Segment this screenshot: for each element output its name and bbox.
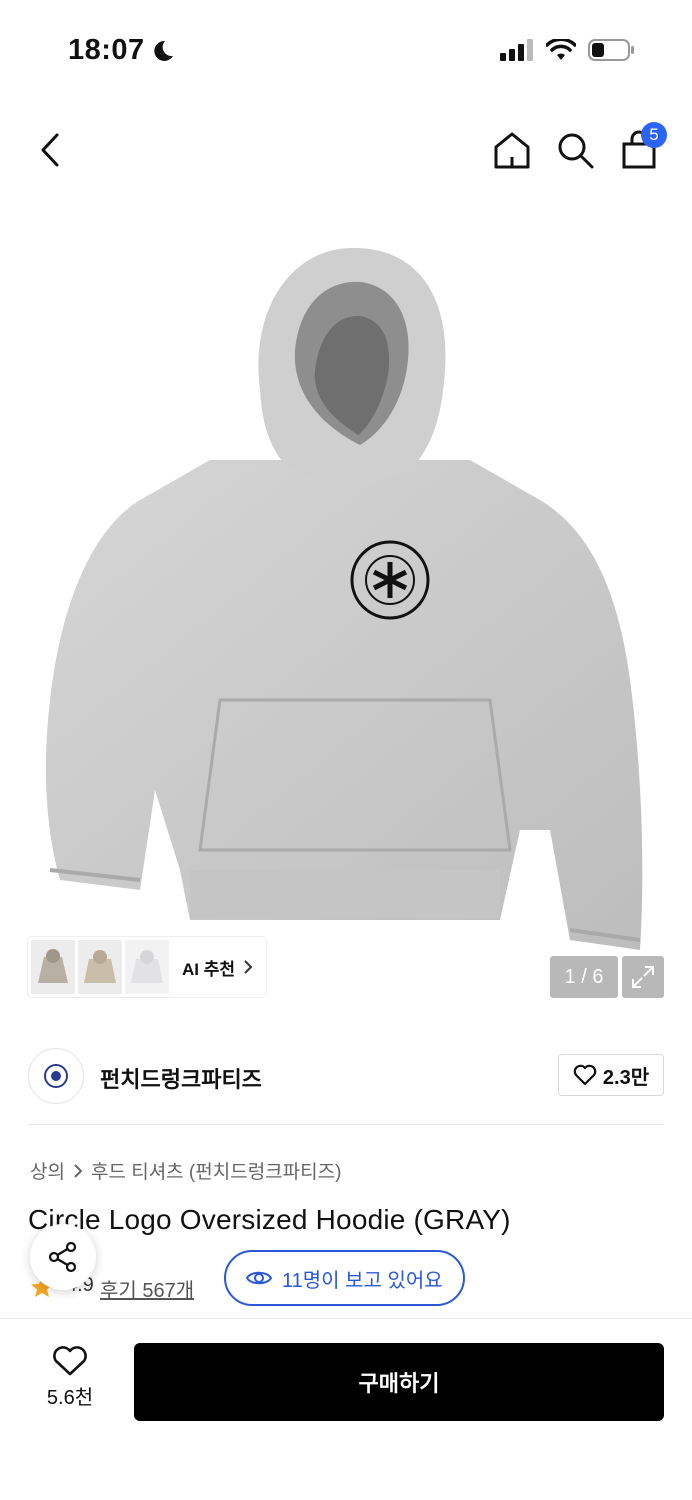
eye-icon — [246, 1271, 272, 1285]
back-icon — [41, 133, 59, 167]
rating-row: 4.9 후기 567개 11명이 보고 있어요 — [28, 1250, 668, 1306]
brand-logo[interactable] — [28, 1048, 84, 1104]
viewers-text: 11명이 보고 있어요 — [282, 1269, 443, 1292]
brand-name[interactable]: 펀치드렁크파티즈 — [100, 1062, 262, 1094]
home-button[interactable] — [490, 128, 534, 172]
share-button[interactable] — [30, 1224, 96, 1290]
chevron-right-icon — [244, 960, 253, 974]
status-bar: 18:07 — [0, 0, 692, 100]
brand-row: 펀치드렁크파티즈 2.3만 — [28, 1046, 664, 1106]
like-button[interactable]: 5.6천 — [30, 1345, 110, 1415]
brand-like-button[interactable]: 2.3만 — [558, 1054, 664, 1096]
recommendation-thumbnail[interactable] — [78, 940, 122, 994]
review-count-link[interactable]: 후기 567개 — [100, 1274, 194, 1303]
recommendation-thumbnail[interactable] — [125, 940, 169, 994]
expand-image-button[interactable] — [622, 956, 664, 998]
heart-icon — [53, 1346, 87, 1376]
expand-icon — [632, 966, 654, 988]
breadcrumb: 상의 후드 티셔츠 (펀치드렁크파티즈) — [30, 1157, 341, 1184]
recommendation-thumbnail[interactable] — [31, 940, 75, 994]
signal-icon — [500, 39, 533, 61]
clock-text: 18:07 — [68, 34, 145, 66]
status-indicators — [500, 38, 636, 62]
top-nav: 5 — [0, 120, 692, 184]
wifi-icon — [546, 39, 576, 60]
battery-icon — [588, 39, 634, 61]
moon-icon — [154, 40, 173, 61]
ai-recommendation-label[interactable]: AI 추천 — [182, 955, 253, 980]
brand-like-count: 2.3만 — [602, 1066, 650, 1089]
breadcrumb-category2[interactable]: 후드 티셔츠 (펀치드렁크파티즈) — [91, 1157, 341, 1184]
share-icon — [48, 1241, 77, 1273]
buy-button[interactable]: 구매하기 — [134, 1343, 664, 1421]
like-count: 5.6천 — [46, 1387, 94, 1409]
home-icon — [494, 132, 530, 169]
divider — [28, 1124, 664, 1125]
breadcrumb-category1[interactable]: 상의 — [30, 1157, 65, 1184]
product-image[interactable] — [30, 230, 660, 970]
search-button[interactable] — [553, 128, 597, 172]
chevron-right-icon — [74, 1163, 83, 1178]
search-icon — [558, 133, 594, 169]
cart-button[interactable]: 5 — [617, 122, 667, 172]
back-button[interactable] — [30, 128, 70, 172]
heart-icon — [573, 1064, 597, 1086]
product-title: Circle Logo Oversized Hoodie (GRAY) — [28, 1204, 511, 1235]
bottom-action-bar: 5.6천 구매하기 — [0, 1318, 692, 1500]
viewers-badge: 11명이 보고 있어요 — [224, 1250, 465, 1306]
image-page-indicator: 1 / 6 — [550, 956, 618, 998]
status-time: 18:07 — [68, 34, 175, 67]
ai-recommendation[interactable]: AI 추천 — [28, 937, 266, 997]
cart-count-badge: 5 — [641, 122, 667, 148]
ai-recommendation-text: AI 추천 — [182, 959, 236, 979]
